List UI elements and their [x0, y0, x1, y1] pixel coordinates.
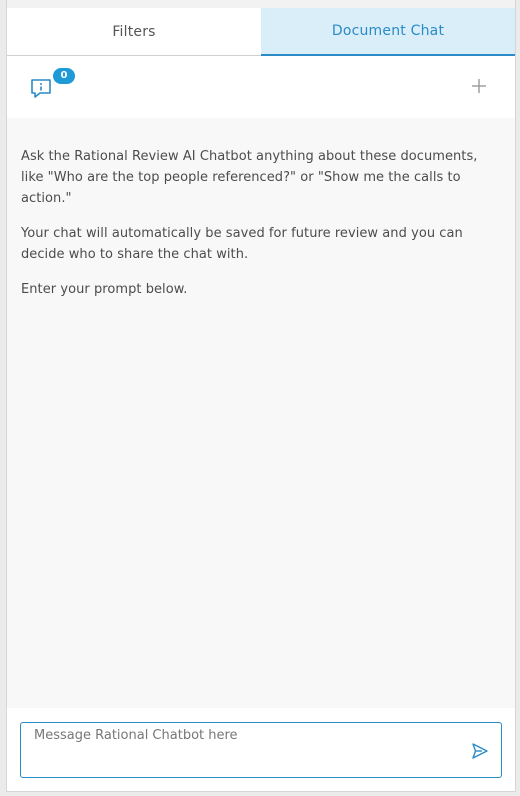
chat-toolbar: 0: [7, 56, 515, 118]
send-icon[interactable]: [471, 742, 489, 760]
chat-messages-area: Ask the Rational Review AI Chatbot anyth…: [7, 118, 515, 708]
tab-document-chat[interactable]: Document Chat: [261, 8, 515, 56]
tab-bar: Filters Document Chat: [7, 8, 515, 56]
chat-count-badge: 0: [53, 68, 75, 84]
prompt-message: Enter your prompt below.: [21, 282, 188, 297]
plus-icon[interactable]: [469, 76, 489, 96]
document-chat-panel: Filters Document Chat 0 Ask the Rational…: [6, 0, 516, 792]
intro-message: Ask the Rational Review AI Chatbot anyth…: [21, 149, 478, 206]
top-strip: [7, 0, 515, 8]
message-input-box: [20, 722, 502, 778]
chat-bubble-info-icon[interactable]: [29, 76, 53, 100]
saving-message: Your chat will automatically be saved fo…: [21, 226, 463, 262]
tab-filters[interactable]: Filters: [7, 8, 261, 55]
message-input[interactable]: [34, 727, 454, 771]
message-composer: [7, 708, 515, 791]
